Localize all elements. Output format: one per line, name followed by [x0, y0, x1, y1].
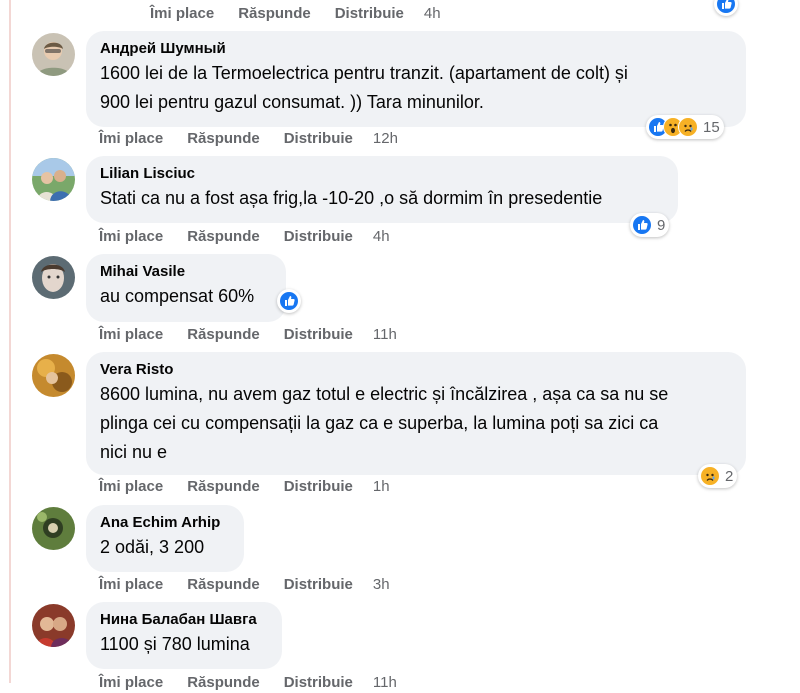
- avatar[interactable]: [32, 33, 75, 76]
- comment-author[interactable]: Mihai Vasile: [100, 262, 272, 282]
- avatar[interactable]: [32, 604, 75, 647]
- comment-actions: Îmi place Răspunde Distribuie 12h: [99, 129, 398, 149]
- comment-text: Stati ca nu a fost așa frig,la -10-20 ,o…: [100, 188, 603, 208]
- reaction-summary[interactable]: 15: [646, 115, 724, 139]
- reaction-summary[interactable]: [714, 0, 738, 16]
- comment-author[interactable]: Lilian Lisciuc: [100, 164, 664, 184]
- comment-actions: Îmi place Răspunde Distribuie 3h: [99, 575, 390, 595]
- reply-action[interactable]: Răspunde: [187, 227, 260, 247]
- comment-author[interactable]: Vera Risto: [100, 360, 732, 380]
- comment-bubble: Lilian Lisciuc Stati ca nu a fost așa fr…: [86, 156, 678, 223]
- comment-time[interactable]: 11h: [373, 673, 397, 693]
- sad-reaction-icon: [678, 117, 698, 137]
- reaction-count: 9: [657, 216, 666, 234]
- comment-actions: Îmi place Răspunde Distribuie 1h: [99, 477, 390, 497]
- comment-time[interactable]: 1h: [373, 477, 390, 497]
- comment-bubble: Ana Echim Arhip 2 odăi, 3 200: [86, 505, 244, 572]
- like-reaction-icon: [632, 215, 652, 235]
- avatar[interactable]: [32, 158, 75, 201]
- reaction-count: 15: [703, 118, 720, 136]
- reply-action[interactable]: Răspunde: [238, 4, 311, 24]
- avatar[interactable]: [32, 354, 75, 397]
- comment-author[interactable]: Ana Echim Arhip: [100, 513, 230, 533]
- comment-text: 2 odăi, 3 200: [100, 537, 205, 557]
- reaction-summary[interactable]: [277, 289, 301, 313]
- comment-time[interactable]: 4h: [424, 4, 441, 24]
- comment-actions: Îmi place Răspunde Distribuie 11h: [99, 673, 397, 693]
- comment-time[interactable]: 3h: [373, 575, 390, 595]
- like-action[interactable]: Îmi place: [99, 575, 163, 595]
- share-action[interactable]: Distribuie: [284, 673, 353, 693]
- avatar[interactable]: [32, 507, 75, 550]
- like-reaction-icon: [279, 291, 299, 311]
- comment-author[interactable]: Нина Балабан Шавга: [100, 610, 268, 630]
- share-action[interactable]: Distribuie: [284, 477, 353, 497]
- thread-line: [9, 0, 11, 683]
- comment-bubble: Vera Risto 8600 lumina, nu avem gaz totu…: [86, 352, 746, 475]
- comment-time[interactable]: 11h: [373, 325, 397, 345]
- reaction-summary[interactable]: 2: [698, 464, 738, 488]
- like-action[interactable]: Îmi place: [99, 325, 163, 345]
- comment-time[interactable]: 12h: [373, 129, 398, 149]
- avatar[interactable]: [32, 256, 75, 299]
- reply-action[interactable]: Răspunde: [187, 673, 260, 693]
- comment-text: au compensat 60%: [100, 286, 255, 306]
- comment-bubble: Андрей Шумный 1600 lei de la Termoelectr…: [86, 31, 746, 127]
- reply-action[interactable]: Răspunde: [187, 325, 260, 345]
- comment-actions: Îmi place Răspunde Distribuie 4h: [150, 4, 441, 24]
- comment-text-line: plinga cei cu compensații la gaz ca e su…: [100, 413, 659, 433]
- comment-bubble: Mihai Vasile au compensat 60%: [86, 254, 286, 322]
- reply-action[interactable]: Răspunde: [187, 129, 260, 149]
- comment-author[interactable]: Андрей Шумный: [100, 39, 732, 59]
- like-action[interactable]: Îmi place: [99, 477, 163, 497]
- sad-reaction-icon: [700, 466, 720, 486]
- reaction-count: 2: [725, 467, 734, 485]
- comment-text-line: nici nu e: [100, 442, 168, 462]
- share-action[interactable]: Distribuie: [284, 325, 353, 345]
- like-action[interactable]: Îmi place: [99, 673, 163, 693]
- comment-actions: Îmi place Răspunde Distribuie 4h: [99, 227, 390, 247]
- reply-action[interactable]: Răspunde: [187, 575, 260, 595]
- share-action[interactable]: Distribuie: [284, 129, 353, 149]
- reaction-summary[interactable]: 9: [630, 213, 670, 237]
- share-action[interactable]: Distribuie: [335, 4, 404, 24]
- like-reaction-icon: [716, 0, 736, 14]
- comment-text-line: 8600 lumina, nu avem gaz totul e electri…: [100, 384, 669, 404]
- reply-action[interactable]: Răspunde: [187, 477, 260, 497]
- comment-text-line: 1600 lei de la Termoelectrica pentru tra…: [100, 63, 628, 83]
- share-action[interactable]: Distribuie: [284, 575, 353, 595]
- comment-text: 1100 și 780 lumina: [100, 634, 250, 654]
- like-action[interactable]: Îmi place: [150, 4, 214, 24]
- share-action[interactable]: Distribuie: [284, 227, 353, 247]
- like-action[interactable]: Îmi place: [99, 129, 163, 149]
- comment-actions: Îmi place Răspunde Distribuie 11h: [99, 325, 397, 345]
- comment-bubble: Нина Балабан Шавга 1100 și 780 lumina: [86, 602, 282, 669]
- like-action[interactable]: Îmi place: [99, 227, 163, 247]
- comment-time[interactable]: 4h: [373, 227, 390, 247]
- comment-text-line: 900 lei pentru gazul consumat. )) Tara m…: [100, 92, 484, 112]
